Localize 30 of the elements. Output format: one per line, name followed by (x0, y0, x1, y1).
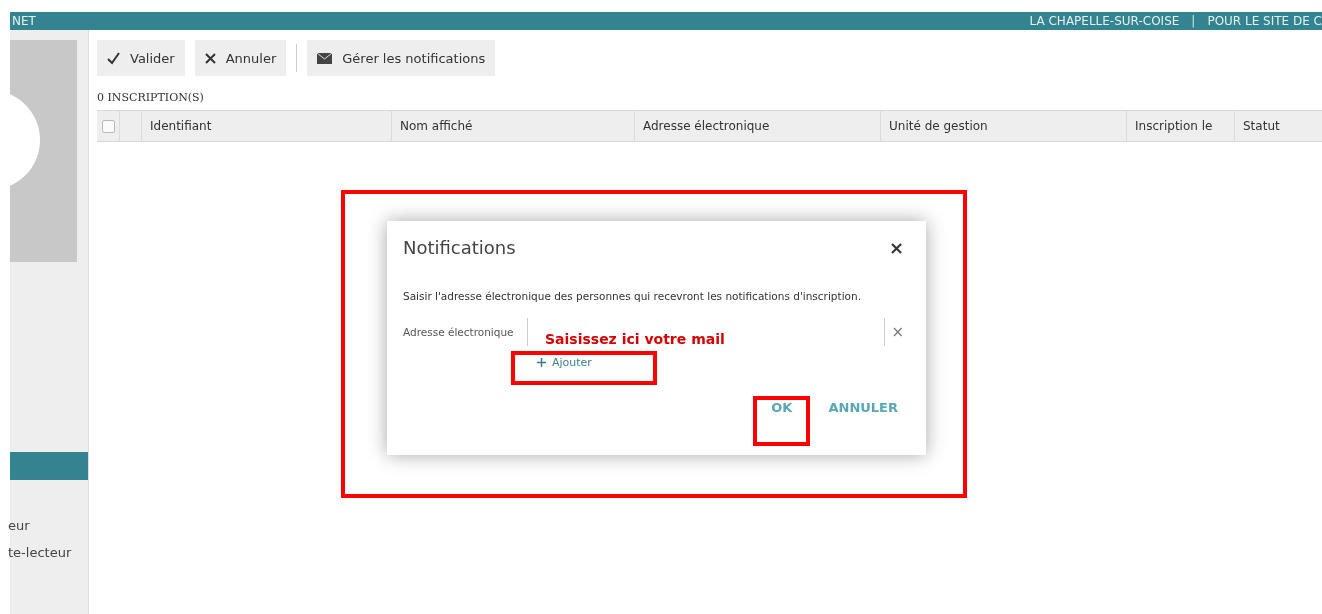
header-link[interactable]: POUR LE SITE DE C (1207, 14, 1322, 28)
inscription-count: 0 INSCRIPTION(S) (97, 91, 205, 104)
toolbar-button[interactable]: Gérer les notifications (307, 40, 496, 76)
close-button[interactable]: × (882, 237, 910, 258)
clear-button[interactable]: × (885, 323, 910, 341)
separator: | (1191, 14, 1196, 28)
envelope-icon (317, 52, 333, 64)
app-name: NET (11, 14, 36, 28)
annotation-text: Saisissez ici votre mail (545, 331, 725, 347)
field-label: Adresse électronique (403, 326, 515, 338)
sidebar-active-item[interactable] (10, 452, 88, 480)
column-header[interactable]: Identifiant (141, 111, 391, 141)
column-header[interactable]: Unité de gestion (880, 111, 1126, 141)
sidebar-item[interactable]: te-lecteur (8, 533, 88, 560)
column-header[interactable]: Statut (1234, 111, 1322, 141)
column-header[interactable]: Nom affiché (391, 111, 634, 141)
check-icon (107, 51, 120, 65)
column-header[interactable]: Inscription le (1126, 111, 1234, 141)
close-icon (204, 52, 216, 64)
dialog-message: Saisir l'adresse électronique des personnes qui recevront les notifications d'inscription. (403, 290, 862, 302)
toolbar-button[interactable]: Annuler (194, 40, 287, 76)
email-field[interactable] (526, 318, 886, 346)
add-link[interactable]: Ajouter (533, 353, 596, 371)
column-header[interactable]: Adresse électronique (634, 111, 880, 141)
sidebar-item[interactable]: eur (8, 480, 88, 533)
toolbar-button[interactable]: Valider (97, 40, 185, 76)
dialog-title: Notifications (403, 237, 516, 258)
plus-icon (537, 357, 546, 367)
header-link[interactable]: LA CHAPELLE-SUR-COISE (1029, 14, 1180, 28)
select-all-checkbox[interactable] (101, 119, 115, 133)
